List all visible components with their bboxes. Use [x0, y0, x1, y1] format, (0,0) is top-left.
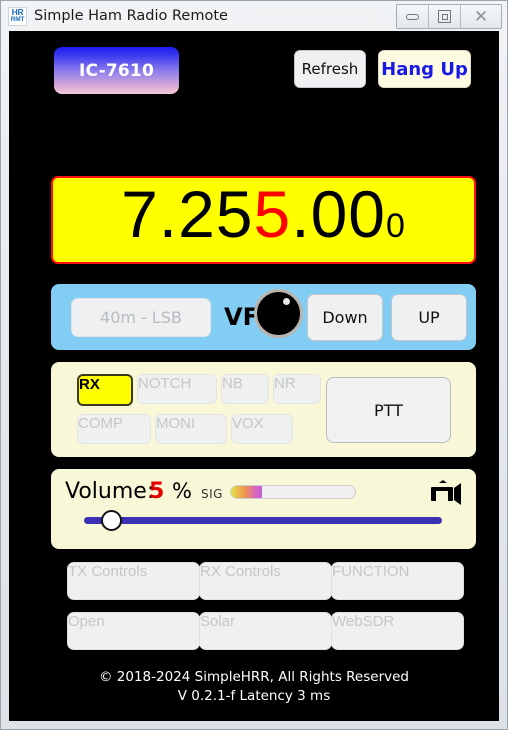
- control-button-nr[interactable]: NR: [273, 374, 321, 404]
- frequency-part-1: 7.25: [121, 177, 254, 251]
- frequency-display[interactable]: 7.25 5.00 0: [51, 176, 476, 264]
- nav-button-solar[interactable]: Solar: [199, 612, 332, 650]
- frequency-value: 7.25 5.00 0: [121, 181, 406, 259]
- footer: © 2018-2024 SimpleHRR, All Rights Reserv…: [9, 668, 499, 706]
- control-button-notch[interactable]: NOTCH: [137, 374, 217, 404]
- close-button[interactable]: ✕: [461, 5, 501, 28]
- frequency-part-highlight: 5: [253, 177, 292, 251]
- vfo-panel: 40m - LSB VFO Down UP: [51, 284, 476, 350]
- nav-button-tx-controls[interactable]: TX Controls: [67, 562, 200, 600]
- app-logo-line1: HR: [11, 7, 24, 17]
- volume-slider-thumb[interactable]: [100, 510, 122, 531]
- vfo-knob[interactable]: [254, 289, 303, 338]
- window-title: Simple Ham Radio Remote: [34, 8, 228, 24]
- hangup-button[interactable]: Hang Up: [378, 50, 471, 88]
- frequency-part-small: 0: [386, 207, 406, 245]
- ptt-button[interactable]: PTT: [326, 377, 451, 443]
- maximize-button[interactable]: [429, 5, 461, 28]
- nav-button-open[interactable]: Open: [67, 612, 200, 650]
- vfo-knob-indicator-icon: [283, 298, 290, 305]
- signal-meter: [230, 485, 356, 499]
- control-button-nb[interactable]: NB: [221, 374, 269, 404]
- control-button-vox[interactable]: VOX: [231, 414, 293, 444]
- radio-model-badge[interactable]: IC-7610: [54, 47, 179, 94]
- sig-label: SIG: [201, 487, 223, 501]
- maximize-icon: [438, 10, 451, 23]
- video-camera-icon[interactable]: [428, 480, 462, 506]
- volume-value: 5: [149, 479, 165, 504]
- window-controls: ✕: [396, 4, 502, 29]
- band-mode-button[interactable]: 40m - LSB: [71, 298, 211, 337]
- signal-meter-fill: [231, 486, 262, 498]
- controls-panel: RX NOTCH NB NR COMP MONI VOX PTT: [51, 362, 476, 457]
- title-bar: HR RMT Simple Ham Radio Remote ✕: [1, 1, 507, 31]
- volume-label: Volume:: [65, 479, 155, 504]
- canvas-wrapper: IC-7610 Refresh Hang Up 7.25 5.00 0 40m - …: [1, 31, 507, 729]
- frequency-part-2: .00: [291, 177, 386, 251]
- footer-copyright: © 2018-2024 SimpleHRR, All Rights Reserv…: [99, 669, 409, 685]
- close-icon: ✕: [473, 6, 489, 27]
- nav-button-function[interactable]: FUNCTION: [331, 562, 464, 600]
- control-button-comp[interactable]: COMP: [77, 414, 151, 444]
- volume-slider-track[interactable]: [84, 517, 442, 524]
- volume-panel: Volume: 5 % SIG: [51, 469, 476, 549]
- header-row: IC-7610 Refresh Hang Up: [9, 47, 499, 95]
- app-canvas: IC-7610 Refresh Hang Up 7.25 5.00 0 40m - …: [9, 31, 499, 721]
- nav-button-rx-controls[interactable]: RX Controls: [199, 562, 332, 600]
- minimize-button[interactable]: [397, 5, 429, 28]
- control-button-rx[interactable]: RX: [77, 374, 133, 406]
- control-button-moni[interactable]: MONI: [155, 414, 227, 444]
- app-logo-icon: HR RMT: [8, 6, 27, 26]
- vfo-down-button[interactable]: Down: [307, 294, 383, 341]
- minimize-icon: [406, 13, 419, 20]
- volume-unit: %: [172, 479, 192, 503]
- refresh-button[interactable]: Refresh: [294, 50, 366, 88]
- vfo-up-button[interactable]: UP: [391, 294, 467, 341]
- app-logo-line2: RMT: [10, 16, 25, 23]
- footer-version: V 0.2.1-f Latency 3 ms: [177, 688, 331, 704]
- app-window: HR RMT Simple Ham Radio Remote ✕ IC-7610: [0, 0, 508, 730]
- nav-button-websdr[interactable]: WebSDR: [331, 612, 464, 650]
